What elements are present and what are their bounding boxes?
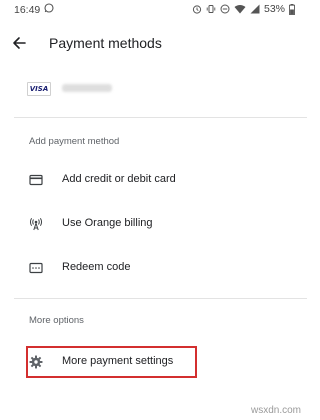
- arrow-back-icon[interactable]: [10, 34, 28, 52]
- card-number-redacted: [62, 84, 112, 92]
- status-bar: 16:49 53%: [0, 0, 307, 22]
- section-heading-more-options: More options: [29, 315, 84, 326]
- saved-card-row[interactable]: VISA: [0, 73, 307, 103]
- visa-logo: VISA: [27, 82, 51, 96]
- redeem-code-item[interactable]: Redeem code: [0, 251, 307, 285]
- status-icons: 53%: [192, 3, 295, 15]
- gift-card-icon: [29, 262, 43, 274]
- app-bar: Payment methods: [0, 28, 307, 58]
- highlight-box: [26, 346, 197, 378]
- watermark: wsxdn.com: [250, 405, 301, 416]
- antenna-icon: [29, 217, 43, 231]
- dnd-icon: [220, 4, 230, 14]
- wifi-icon: [234, 5, 246, 14]
- divider: [14, 298, 307, 299]
- alarm-icon: [192, 5, 202, 14]
- vibrate-icon: [206, 5, 216, 13]
- battery-percent: 53%: [263, 3, 285, 15]
- add-card-label: Add credit or debit card: [62, 173, 176, 185]
- add-card-item[interactable]: Add credit or debit card: [0, 163, 307, 197]
- section-heading-add-payment: Add payment method: [29, 136, 120, 147]
- signal-icon: [250, 4, 260, 14]
- redeem-code-label: Redeem code: [62, 261, 131, 273]
- page-title: Payment methods: [49, 35, 162, 51]
- status-time: 16:49: [14, 4, 41, 16]
- divider: [14, 117, 307, 118]
- orange-billing-item[interactable]: Use Orange billing: [0, 207, 307, 241]
- credit-card-icon: [29, 174, 43, 186]
- whatsapp-icon: [44, 3, 54, 13]
- battery-icon: [289, 3, 295, 15]
- orange-billing-label: Use Orange billing: [62, 217, 153, 229]
